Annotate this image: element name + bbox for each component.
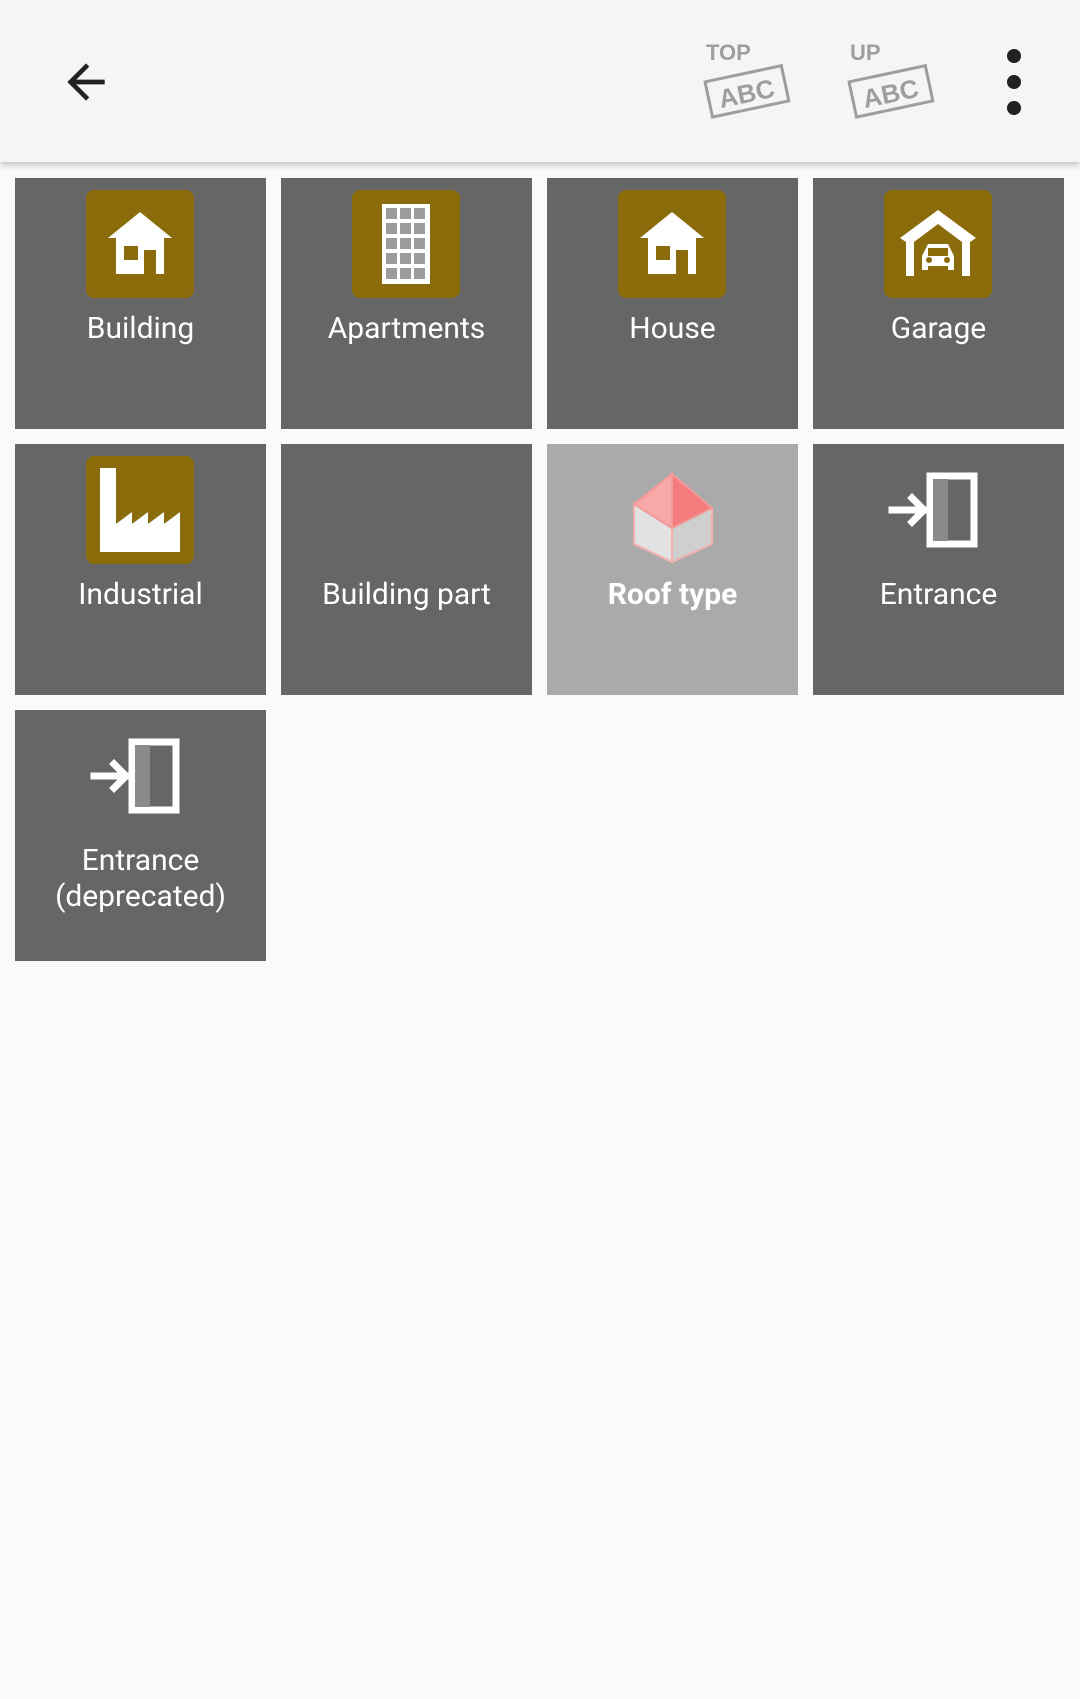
roof-icon: [618, 456, 726, 564]
preset-tile-apartments[interactable]: Apartments: [281, 178, 532, 429]
preset-tile-entrance[interactable]: Entrance: [813, 444, 1064, 695]
preset-label: Building: [86, 311, 195, 346]
up-button[interactable]: UP ABC: [832, 28, 944, 128]
preset-label: Industrial: [78, 577, 203, 612]
top-label: TOP: [706, 40, 751, 65]
arrow-left-icon: [67, 63, 105, 101]
preset-tile-garage[interactable]: Garage: [813, 178, 1064, 429]
preset-label: House: [629, 311, 716, 346]
toolbar: TOP ABC UP ABC: [0, 0, 1080, 162]
up-abc-icon: UP ABC: [847, 40, 935, 119]
preset-label: Apartments: [327, 311, 486, 346]
entrance-icon: [86, 722, 194, 830]
more-options-button[interactable]: [980, 36, 1048, 128]
top-abc-icon: TOP ABC: [703, 40, 791, 119]
preset-label: Garage: [890, 311, 987, 346]
preset-tile-house[interactable]: House: [547, 178, 798, 429]
up-label: UP: [850, 40, 881, 65]
preset-tile-building[interactable]: Building: [15, 178, 266, 429]
preset-tile-entrance-deprecated[interactable]: Entrance (deprecated): [15, 710, 266, 961]
more-vert-icon: [1007, 49, 1021, 115]
apartments-icon: [352, 190, 460, 298]
preset-tile-industrial[interactable]: Industrial: [15, 444, 266, 695]
preset-label: Building part: [322, 577, 491, 612]
preset-tile-building-part[interactable]: Building part: [281, 444, 532, 695]
preset-label: Roof type: [607, 577, 738, 612]
back-button[interactable]: [40, 36, 132, 128]
entrance-icon: [884, 456, 992, 564]
preset-label: Entrance: [879, 577, 998, 612]
preset-tile-roof-type[interactable]: Roof type: [547, 444, 798, 695]
garage-icon: [884, 190, 992, 298]
top-level-button[interactable]: TOP ABC: [688, 28, 800, 128]
industrial-icon: [86, 456, 194, 564]
preset-label: Entrance (deprecated): [55, 843, 226, 914]
house-icon: [618, 190, 726, 298]
building-icon: [86, 190, 194, 298]
